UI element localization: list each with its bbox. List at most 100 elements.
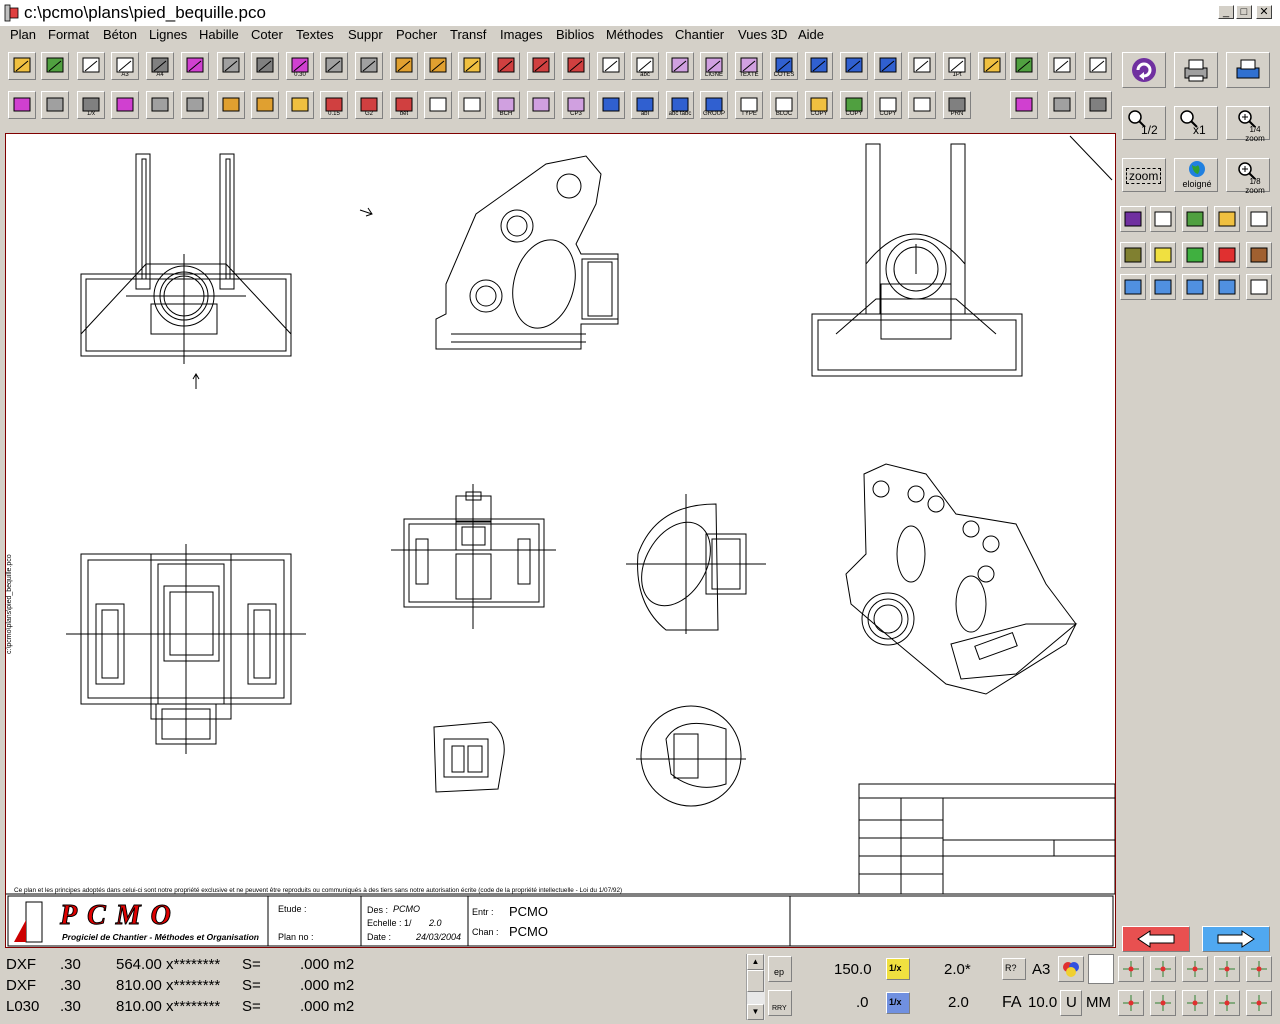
side-tool-2-0[interactable]: [1120, 274, 1146, 300]
toolbar1-button-24[interactable]: [840, 52, 868, 80]
toolbar1-button-9[interactable]: [320, 52, 348, 80]
toolbar2-button-22[interactable]: BLOC: [770, 91, 798, 119]
reciprocal-button-1[interactable]: 1/x: [886, 958, 910, 980]
toolbar2-button-26[interactable]: [908, 91, 936, 119]
drawing-canvas[interactable]: c:\pcmo\plans\pied_bequille.pco Ce plan …: [5, 133, 1116, 948]
toolbar2-button-25[interactable]: COPY: [874, 91, 902, 119]
toolbar1-button-2[interactable]: [77, 52, 105, 80]
toolbar2-button-14[interactable]: BCH: [492, 91, 520, 119]
toolbar2-button-23[interactable]: COPY: [805, 91, 833, 119]
zoom-quarter-button[interactable]: 1/4 zoom: [1226, 106, 1270, 143]
menu-plan[interactable]: Plan: [10, 27, 36, 42]
menu-beton[interactable]: Béton: [103, 27, 137, 42]
toolbar1-button-15[interactable]: [527, 52, 555, 80]
zoom-window-button[interactable]: zoom: [1122, 158, 1166, 192]
side-tool-0-3[interactable]: [1214, 206, 1240, 232]
snap-mode-0-2[interactable]: [1182, 956, 1208, 982]
snap-mode-0-4[interactable]: [1246, 956, 1272, 982]
menu-aide[interactable]: Aide: [798, 27, 824, 42]
snap-mode-1-4[interactable]: [1246, 990, 1272, 1016]
snap-mode-0-0[interactable]: [1118, 956, 1144, 982]
toolbar1-button-10[interactable]: [355, 52, 383, 80]
menu-chantier[interactable]: Chantier: [675, 27, 724, 42]
zoom-half-button[interactable]: 1/2: [1122, 106, 1166, 140]
color-button[interactable]: [1058, 956, 1084, 982]
menu-format[interactable]: Format: [48, 27, 89, 42]
toolbar1-button-29[interactable]: [1010, 52, 1038, 80]
toolbar2-button-19[interactable]: abc tabc: [666, 91, 694, 119]
toolbar2-button-16[interactable]: CP3: [562, 91, 590, 119]
u-button[interactable]: U: [1060, 990, 1082, 1016]
snap-mode-0-3[interactable]: [1214, 956, 1240, 982]
ep-button[interactable]: ep: [768, 956, 792, 982]
toolbar2-button-2[interactable]: 1/x: [77, 91, 105, 119]
toolbar2-button-6[interactable]: [217, 91, 245, 119]
side-tool-1-2[interactable]: [1182, 242, 1208, 268]
scroll-thumb[interactable]: [747, 970, 764, 992]
toolbar1-button-26[interactable]: [908, 52, 936, 80]
toolbar1-button-30[interactable]: [1048, 52, 1076, 80]
scale-value-2[interactable]: 2.0: [948, 994, 969, 1011]
toolbar1-button-11[interactable]: [390, 52, 418, 80]
toolbar2-button-28[interactable]: [1010, 91, 1038, 119]
toolbar1-button-27[interactable]: 1Pt: [943, 52, 971, 80]
menu-pocher[interactable]: Pocher: [396, 27, 437, 42]
toolbar1-button-25[interactable]: [874, 52, 902, 80]
close-button[interactable]: ✕: [1256, 5, 1272, 19]
fa-value[interactable]: 10.0: [1028, 994, 1057, 1011]
side-tool-2-4[interactable]: [1246, 274, 1272, 300]
toolbar2-button-29[interactable]: [1048, 91, 1076, 119]
toolbar1-button-4[interactable]: A4: [146, 52, 174, 80]
print-button[interactable]: [1174, 52, 1218, 88]
side-tool-1-0[interactable]: [1120, 242, 1146, 268]
zoom-x1-button[interactable]: x1: [1174, 106, 1218, 140]
toolbar1-button-31[interactable]: [1084, 52, 1112, 80]
toolbar1-button-20[interactable]: LIGNE: [700, 52, 728, 80]
toolbar2-button-24[interactable]: COPY: [840, 91, 868, 119]
toolbar1-button-1[interactable]: [41, 52, 69, 80]
side-tool-2-3[interactable]: [1214, 274, 1240, 300]
toolbar1-button-12[interactable]: [424, 52, 452, 80]
toolbar2-button-15[interactable]: [527, 91, 555, 119]
side-tool-2-2[interactable]: [1182, 274, 1208, 300]
toolbar2-button-21[interactable]: TYPE: [735, 91, 763, 119]
snap-mode-1-1[interactable]: [1150, 990, 1176, 1016]
scale-value-1[interactable]: 2.0*: [944, 961, 971, 978]
side-tool-0-2[interactable]: [1182, 206, 1208, 232]
toolbar1-button-14[interactable]: [492, 52, 520, 80]
plot-button[interactable]: [1226, 52, 1270, 88]
toolbar2-button-18[interactable]: abI: [631, 91, 659, 119]
scroll-up-icon[interactable]: ▲: [747, 954, 764, 970]
toolbar1-button-19[interactable]: [666, 52, 694, 80]
toolbar2-button-10[interactable]: G2: [355, 91, 383, 119]
menu-transf[interactable]: Transf: [450, 27, 486, 42]
side-tool-2-1[interactable]: [1150, 274, 1176, 300]
snap-mode-1-2[interactable]: [1182, 990, 1208, 1016]
snap-mode-0-1[interactable]: [1150, 956, 1176, 982]
toolbar1-button-7[interactable]: [251, 52, 279, 80]
toolbar1-button-21[interactable]: TEXTE: [735, 52, 763, 80]
toolbar2-button-9[interactable]: 0.15: [320, 91, 348, 119]
toolbar2-button-3[interactable]: [111, 91, 139, 119]
zoom-out-far-button[interactable]: eloigné: [1174, 158, 1218, 192]
rry-button[interactable]: RRY: [768, 990, 792, 1016]
menu-coter[interactable]: Coter: [251, 27, 283, 42]
menu-lignes[interactable]: Lignes: [149, 27, 187, 42]
minimize-button[interactable]: _: [1218, 5, 1234, 19]
menu-vues3d[interactable]: Vues 3D: [738, 27, 787, 42]
status-scrollbar[interactable]: ▲ ▼: [746, 954, 765, 1020]
reciprocal-button-2[interactable]: 1/x: [886, 992, 910, 1014]
toolbar1-button-3[interactable]: A3: [111, 52, 139, 80]
snap-mode-1-3[interactable]: [1214, 990, 1240, 1016]
toolbar1-button-16[interactable]: [562, 52, 590, 80]
toolbar2-button-27[interactable]: PRN: [943, 91, 971, 119]
toolbar2-button-30[interactable]: [1084, 91, 1112, 119]
toolbar1-button-6[interactable]: [217, 52, 245, 80]
toolbar2-button-20[interactable]: GROUP: [700, 91, 728, 119]
toolbar1-button-8[interactable]: 0.30: [286, 52, 314, 80]
side-tool-1-3[interactable]: [1214, 242, 1240, 268]
menu-textes[interactable]: Textes: [296, 27, 334, 42]
thickness-value[interactable]: 150.0: [834, 961, 872, 978]
toolbar1-button-28[interactable]: [978, 52, 1006, 80]
color-swatch[interactable]: [1088, 954, 1114, 984]
